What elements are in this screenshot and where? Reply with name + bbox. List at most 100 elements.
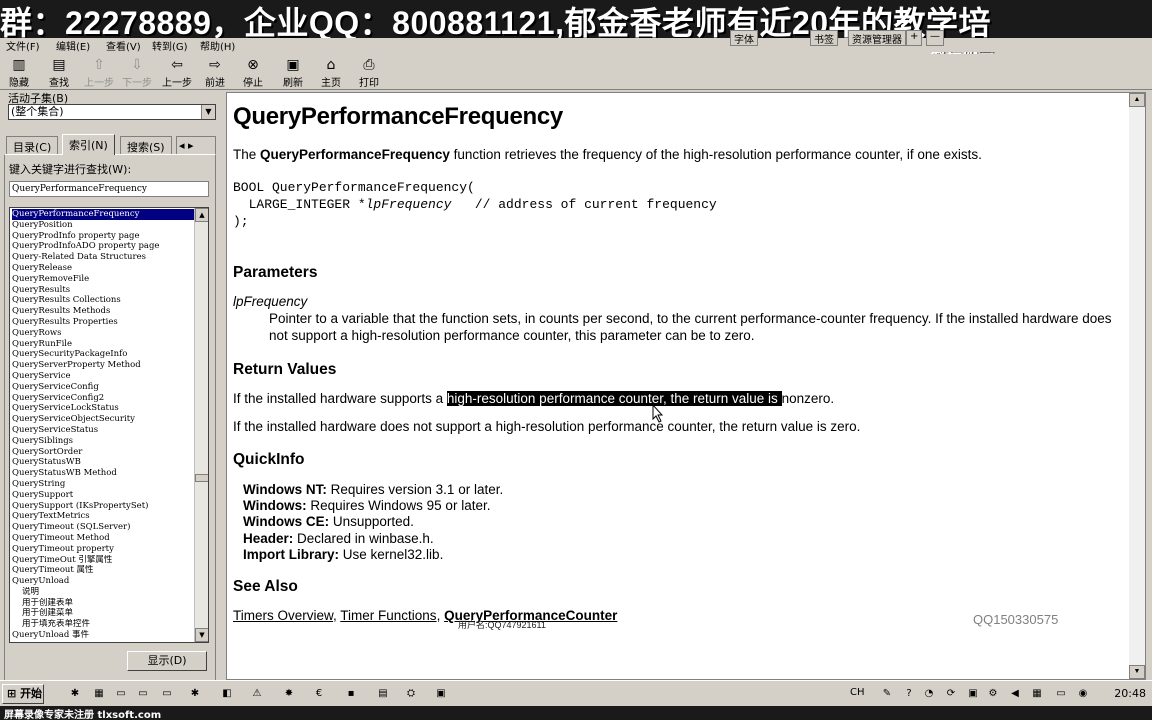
help-tray-icon[interactable]: ? <box>902 687 916 701</box>
index-item[interactable]: QueryTextMetrics <box>12 511 194 522</box>
scroll-down-icon[interactable]: ▼ <box>1129 665 1145 679</box>
tab-contents[interactable]: 目录(C) <box>6 136 59 154</box>
display-button[interactable]: 显示(D) <box>127 651 207 671</box>
index-item[interactable]: QueryRunFile <box>12 339 194 350</box>
minus-button[interactable]: — <box>926 30 944 46</box>
index-item[interactable]: QueryResults Properties <box>12 317 194 328</box>
menu-file[interactable]: 文件(F) <box>6 38 40 53</box>
index-item[interactable]: QueryServiceConfig2 <box>12 393 194 404</box>
print-button[interactable]: ⎙ 打印 <box>352 56 386 89</box>
taskbar-app-icon[interactable]: ◧ <box>220 687 234 701</box>
index-item[interactable]: QueryUnload <box>12 576 194 587</box>
scroll-up-icon[interactable]: ▲ <box>1129 93 1145 107</box>
network-icon[interactable]: ▦ <box>1030 687 1044 701</box>
menu-view[interactable]: 查看(V) <box>106 38 141 53</box>
refresh-button[interactable]: ▣ 刷新 <box>276 56 310 89</box>
quicklaunch-icon[interactable]: ✱ <box>68 687 82 701</box>
ime-icon[interactable]: ✎ <box>880 687 894 701</box>
index-item[interactable]: QueryProdInfo property page <box>12 231 194 242</box>
index-item[interactable]: QuerySiblings <box>12 436 194 447</box>
index-item[interactable]: 用于创建菜单 <box>12 608 194 619</box>
index-item[interactable]: QueryStatusWB Method <box>12 468 194 479</box>
index-item[interactable]: QueryService <box>12 371 194 382</box>
index-item[interactable]: Query-Related Data Structures <box>12 252 194 263</box>
start-button[interactable]: ⊞ 开始 <box>2 684 44 704</box>
tray-icon[interactable]: ⚙ <box>986 687 1000 701</box>
index-item[interactable]: QueryTimeOut 引擎属性 <box>12 555 194 566</box>
index-item[interactable]: QueryStatusWB <box>12 457 194 468</box>
scroll-down-icon[interactable]: ▼ <box>195 628 208 642</box>
index-item[interactable]: QueryTimeout property <box>12 544 194 555</box>
index-item[interactable]: QuerySecurityPackageInfo <box>12 349 194 360</box>
chevron-left-icon[interactable]: ◂ <box>179 139 185 152</box>
language-indicator[interactable]: CH <box>850 687 865 698</box>
index-list[interactable]: QueryPerformanceFrequency QueryPosition Qu… <box>9 207 209 643</box>
tab-scroll-arrows[interactable]: ◂ ▸ <box>176 136 216 154</box>
index-item[interactable]: QuerySortOrder <box>12 447 194 458</box>
back-button[interactable]: ⇦ 上一步 <box>160 56 194 89</box>
index-item[interactable]: 用于创建表单 <box>12 598 194 609</box>
forward-button[interactable]: ⇨ 前进 <box>198 56 232 89</box>
index-item[interactable]: 用于填充表单控件 <box>12 619 194 630</box>
keyword-input[interactable]: QueryPerformanceFrequency <box>9 181 209 197</box>
hide-button[interactable]: ▥ 隐藏 <box>2 56 36 89</box>
subset-dropdown[interactable]: (整个集合) ▼ <box>8 104 216 120</box>
index-item[interactable]: QueryUnload 事件 <box>12 630 194 641</box>
taskbar-app-icon[interactable]: ✸ <box>282 687 296 701</box>
quicklaunch-icon[interactable]: ✱ <box>188 687 202 701</box>
stop-button[interactable]: ⊗ 停止 <box>236 56 270 89</box>
index-item[interactable]: QueryServiceStatus <box>12 425 194 436</box>
taskbar-app-icon[interactable]: ▣ <box>434 687 448 701</box>
scroll-up-icon[interactable]: ▲ <box>195 208 208 222</box>
quicklaunch-icon[interactable]: ▦ <box>92 687 106 701</box>
index-item[interactable]: QueryServiceObjectSecurity <box>12 414 194 425</box>
index-item[interactable]: QueryRemoveFile <box>12 274 194 285</box>
index-item[interactable]: QueryPosition <box>12 220 194 231</box>
bookmark-button[interactable]: 书签 <box>810 30 838 46</box>
clock[interactable]: 20:48 <box>1114 687 1146 700</box>
index-item[interactable]: QueryString <box>12 479 194 490</box>
chevron-right-icon[interactable]: ▸ <box>188 139 194 152</box>
tray-icon[interactable]: ▭ <box>1054 687 1068 701</box>
content-scrollbar[interactable]: ▲ ▼ <box>1129 93 1145 679</box>
index-item[interactable]: QueryServiceConfig <box>12 382 194 393</box>
plus-button[interactable]: + <box>906 30 923 46</box>
index-item-selected[interactable]: QueryPerformanceFrequency <box>12 209 194 220</box>
index-item[interactable]: QueryRows <box>12 328 194 339</box>
taskbar-app-icon[interactable]: ▪ <box>344 687 358 701</box>
tray-icon[interactable]: ▣ <box>966 687 980 701</box>
tray-icon[interactable]: ◔ <box>922 687 936 701</box>
quicklaunch-icon[interactable]: ▭ <box>114 687 128 701</box>
forward-disabled-button[interactable]: ⇩ 下一步 <box>120 56 154 89</box>
explorer-button[interactable]: 资源管理器 <box>848 30 906 46</box>
font-button[interactable]: 字体 <box>730 30 758 46</box>
index-item[interactable]: QuerySupport <box>12 490 194 501</box>
tray-icon[interactable]: ◉ <box>1076 687 1090 701</box>
index-item[interactable]: QueryResults <box>12 285 194 296</box>
tab-index[interactable]: 索引(N) <box>62 134 115 155</box>
chevron-down-icon[interactable]: ▼ <box>201 105 215 119</box>
taskbar-app-icon[interactable]: ⚠ <box>250 687 264 701</box>
index-scrollbar[interactable]: ▲ ▼ <box>194 208 208 642</box>
menu-help[interactable]: 帮助(H) <box>200 38 235 53</box>
index-item[interactable]: QuerySupport (IKsPropertySet) <box>12 501 194 512</box>
index-item[interactable]: QueryTimeout (SQLServer) <box>12 522 194 533</box>
index-item[interactable]: QueryTimeout Method <box>12 533 194 544</box>
tab-search[interactable]: 搜索(S) <box>120 136 172 154</box>
index-item[interactable]: 说明 <box>12 587 194 598</box>
quicklaunch-icon[interactable]: ▭ <box>136 687 150 701</box>
link-timers-overview[interactable]: Timers Overview <box>233 608 333 623</box>
link-timer-functions[interactable]: Timer Functions <box>340 608 436 623</box>
menu-edit[interactable]: 编辑(E) <box>56 38 90 53</box>
back-disabled-button[interactable]: ⇧ 上一步 <box>82 56 116 89</box>
menu-goto[interactable]: 转到(G) <box>152 38 188 53</box>
index-item[interactable]: QueryServiceLockStatus <box>12 403 194 414</box>
taskbar-app-icon[interactable]: ▤ <box>376 687 390 701</box>
selected-text[interactable]: high-resolution performance counter, the… <box>446 391 782 406</box>
index-item[interactable]: QueryTimeout 属性 <box>12 565 194 576</box>
index-item[interactable]: QueryRelease <box>12 263 194 274</box>
tray-icon[interactable]: ⟳ <box>944 687 958 701</box>
quicklaunch-icon[interactable]: ▭ <box>160 687 174 701</box>
taskbar-app-icon[interactable]: ⛭ <box>404 687 418 701</box>
taskbar-app-icon[interactable]: € <box>312 687 326 701</box>
